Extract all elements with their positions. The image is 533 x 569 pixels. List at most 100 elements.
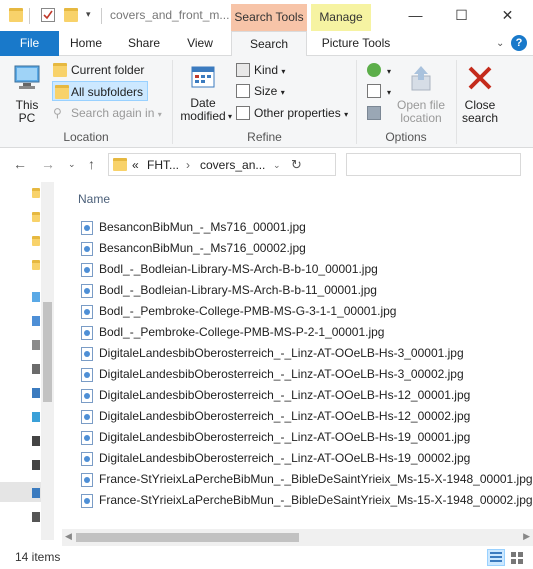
scroll-right-icon[interactable]: ▶ bbox=[523, 531, 530, 542]
search-again-icon: ⚲ bbox=[53, 106, 62, 120]
ribbon-tabs: File Home Share View Search Picture Tool… bbox=[0, 31, 533, 57]
nav-folder-icon[interactable] bbox=[32, 260, 40, 270]
nav-videos-icon[interactable] bbox=[32, 460, 40, 470]
options-group-label: Options bbox=[385, 130, 427, 144]
large-icons-view-icon[interactable] bbox=[508, 549, 526, 566]
breadcrumb-overflow[interactable]: « bbox=[132, 158, 139, 172]
back-arrow-icon[interactable]: ← bbox=[13, 156, 27, 172]
refine-group-label: Refine bbox=[247, 130, 282, 144]
computer-icon bbox=[8, 64, 46, 95]
properties-icon[interactable] bbox=[41, 8, 55, 22]
file-row[interactable]: France-StYrieixLaPercheBibMun_-_BibleDeS… bbox=[81, 490, 533, 511]
help-icon[interactable]: ? bbox=[511, 35, 527, 51]
other-properties-label: Other properties bbox=[254, 106, 341, 120]
file-row[interactable]: DigitaleLandesbibOberosterreich_-_Linz-A… bbox=[81, 385, 470, 406]
close-search-button[interactable]: Close search bbox=[458, 64, 502, 125]
file-row[interactable]: Bodl_-_Bodleian-Library-MS-Arch-B-b-10_0… bbox=[81, 259, 378, 280]
breadcrumb-fht[interactable]: FHT... bbox=[147, 158, 179, 172]
file-row[interactable]: BesanconBibMun_-_Ms716_00001.jpg bbox=[81, 217, 306, 238]
breadcrumb-covers[interactable]: covers_an... bbox=[200, 158, 265, 172]
kind-button[interactable]: Kind ▾ bbox=[236, 60, 285, 80]
nav-3d-objects-icon[interactable] bbox=[32, 316, 40, 326]
nav-drive-icon[interactable] bbox=[32, 488, 40, 498]
chevron-down-icon: ▾ bbox=[157, 110, 162, 119]
tab-share[interactable]: Share bbox=[120, 31, 168, 56]
file-row[interactable]: BesanconBibMun_-_Ms716_00002.jpg bbox=[81, 238, 306, 259]
nav-scrollbar[interactable] bbox=[41, 182, 54, 540]
breadcrumb-separator-icon[interactable]: › bbox=[186, 158, 190, 172]
save-search-button[interactable] bbox=[367, 103, 385, 123]
up-arrow-icon[interactable]: ↑ bbox=[88, 156, 95, 172]
file-row[interactable]: DigitaleLandesbibOberosterreich_-_Linz-A… bbox=[81, 406, 470, 427]
current-folder-button[interactable]: Current folder bbox=[53, 60, 144, 80]
file-name: DigitaleLandesbibOberosterreich_-_Linz-A… bbox=[99, 367, 464, 381]
details-view-icon[interactable] bbox=[487, 549, 505, 566]
file-name: Bodl_-_Bodleian-Library-MS-Arch-B-b-10_0… bbox=[99, 262, 378, 276]
image-file-icon bbox=[81, 284, 93, 298]
file-row[interactable]: DigitaleLandesbibOberosterreich_-_Linz-A… bbox=[81, 427, 470, 448]
file-name: DigitaleLandesbibOberosterreich_-_Linz-A… bbox=[99, 346, 464, 360]
nav-this-pc-icon[interactable] bbox=[32, 292, 40, 302]
nav-folder-icon[interactable] bbox=[32, 188, 40, 198]
tab-file[interactable]: File bbox=[0, 31, 59, 56]
tab-picture-tools[interactable]: Picture Tools bbox=[315, 31, 397, 56]
nav-folder-icon[interactable] bbox=[32, 236, 40, 246]
save-icon bbox=[367, 106, 381, 120]
tab-view[interactable]: View bbox=[178, 31, 222, 56]
image-file-icon bbox=[81, 347, 93, 361]
date-modified-button[interactable]: Date modified ▾ bbox=[174, 64, 232, 123]
recent-searches-button[interactable]: ▾ bbox=[367, 60, 391, 80]
image-file-icon bbox=[81, 326, 93, 340]
nav-scrollbar-thumb[interactable] bbox=[43, 302, 52, 402]
nav-downloads-icon[interactable] bbox=[32, 388, 40, 398]
advanced-options-button[interactable]: ▾ bbox=[367, 81, 391, 101]
horizontal-scrollbar[interactable]: ◀ ▶ bbox=[62, 529, 533, 546]
address-bar[interactable]: « FHT... › covers_an... ⌄ ↻ bbox=[108, 153, 336, 176]
this-pc-button[interactable]: This PC bbox=[8, 64, 46, 125]
size-label: Size bbox=[254, 84, 278, 98]
column-header-name[interactable]: Name bbox=[78, 192, 110, 206]
scroll-left-icon[interactable]: ◀ bbox=[65, 531, 72, 542]
tab-search[interactable]: Search bbox=[231, 31, 307, 57]
minimize-button[interactable]: — bbox=[393, 0, 438, 31]
file-name: DigitaleLandesbibOberosterreich_-_Linz-A… bbox=[99, 388, 471, 402]
other-properties-button[interactable]: Other properties ▾ bbox=[236, 103, 348, 123]
file-row[interactable]: France-StYrieixLaPercheBibMun_-_BibleDeS… bbox=[81, 469, 533, 490]
all-subfolders-button[interactable]: All subfolders bbox=[52, 81, 149, 101]
file-row[interactable]: DigitaleLandesbibOberosterreich_-_Linz-A… bbox=[81, 364, 464, 385]
maximize-button[interactable]: ☐ bbox=[439, 0, 484, 31]
file-name: BesanconBibMun_-_Ms716_00002.jpg bbox=[99, 241, 306, 255]
nav-drive-icon[interactable] bbox=[32, 512, 40, 522]
nav-music-icon[interactable] bbox=[32, 412, 40, 422]
horizontal-scrollbar-thumb[interactable] bbox=[76, 533, 299, 542]
qat-customize-icon[interactable]: ▾ bbox=[86, 9, 91, 20]
tab-home[interactable]: Home bbox=[62, 31, 110, 56]
file-row[interactable]: Bodl_-_Pembroke-College-PMB-MS-P-2-1_000… bbox=[81, 322, 384, 343]
item-count: 14 items bbox=[15, 550, 61, 564]
file-row[interactable]: DigitaleLandesbibOberosterreich_-_Linz-A… bbox=[81, 448, 470, 469]
new-folder-icon[interactable] bbox=[64, 8, 78, 22]
nav-desktop-icon[interactable] bbox=[32, 340, 40, 350]
nav-documents-icon[interactable] bbox=[32, 364, 40, 374]
nav-folder-icon[interactable] bbox=[32, 212, 40, 222]
ribbon-search: This PC Current folder All subfolders ⚲ … bbox=[0, 56, 533, 148]
search-input[interactable] bbox=[346, 153, 521, 176]
close-window-button[interactable]: ✕ bbox=[485, 0, 530, 31]
collapse-ribbon-icon[interactable]: ⌄ bbox=[496, 38, 504, 49]
breadcrumb-dropdown-icon[interactable]: ⌄ bbox=[273, 160, 281, 171]
recent-locations-icon[interactable]: ⌄ bbox=[68, 159, 76, 170]
properties-icon bbox=[236, 106, 250, 120]
file-row[interactable]: DigitaleLandesbibOberosterreich_-_Linz-A… bbox=[81, 343, 464, 364]
size-button[interactable]: Size ▾ bbox=[236, 81, 285, 101]
file-name: BesanconBibMun_-_Ms716_00001.jpg bbox=[99, 220, 306, 234]
nav-pictures-icon[interactable] bbox=[32, 436, 40, 446]
file-row[interactable]: Bodl_-_Pembroke-College-PMB-MS-G-3-1-1_0… bbox=[81, 301, 396, 322]
open-file-location-button[interactable]: Open file location bbox=[393, 64, 449, 125]
image-file-icon bbox=[81, 305, 93, 319]
file-row[interactable]: Bodl_-_Bodleian-Library-MS-Arch-B-b-11_0… bbox=[81, 280, 377, 301]
refresh-icon[interactable]: ↻ bbox=[291, 157, 302, 173]
file-name: France-StYrieixLaPercheBibMun_-_BibleDeS… bbox=[99, 493, 533, 507]
image-file-icon bbox=[81, 410, 93, 424]
forward-arrow-icon[interactable]: → bbox=[41, 156, 55, 172]
search-again-in-button[interactable]: ⚲ Search again in ▾ bbox=[53, 103, 162, 123]
